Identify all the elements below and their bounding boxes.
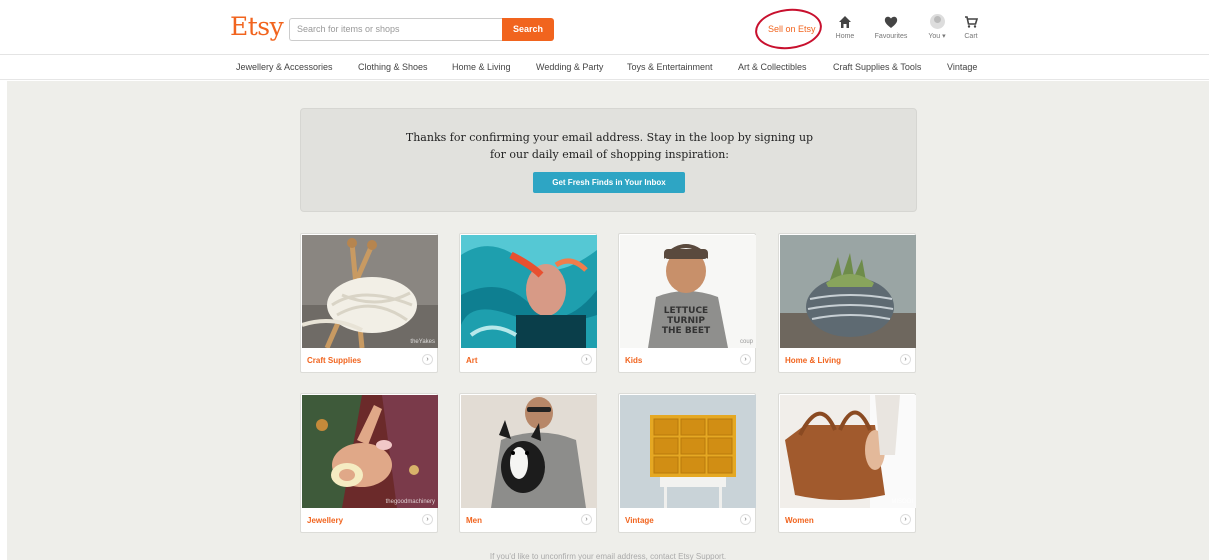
home-nav-item[interactable]: Home — [825, 14, 865, 40]
category-nav: Jewellery & Accessories Clothing & Shoes… — [0, 55, 1209, 80]
chevron-right-icon[interactable]: › — [422, 354, 433, 365]
etsy-logo[interactable]: Etsy — [230, 12, 284, 41]
confirmation-banner: Thanks for confirming your email address… — [300, 108, 917, 212]
chevron-right-icon[interactable]: › — [581, 354, 592, 365]
photo-credit: theYakes — [410, 339, 435, 345]
svg-text:THE BEET: THE BEET — [662, 326, 711, 336]
category-card-men[interactable]: Men › — [459, 393, 597, 533]
category-card-vintage[interactable]: Vintage › — [618, 393, 756, 533]
category-card-craft-supplies[interactable]: theYakes Craft Supplies › — [300, 233, 438, 373]
craft-supplies-image: theYakes — [302, 235, 438, 348]
card-label: Men — [466, 516, 482, 525]
banner-line-1: Thanks for confirming your email address… — [405, 131, 814, 144]
card-label: Kids — [625, 356, 643, 365]
card-label: Vintage — [625, 516, 654, 525]
chevron-right-icon[interactable]: › — [581, 514, 592, 525]
nav-home-living[interactable]: Home & Living — [452, 62, 511, 72]
card-label: Jewellery — [307, 516, 344, 525]
category-card-jewellery[interactable]: thegoodmachinery Jewellery › — [300, 393, 438, 533]
chevron-right-icon[interactable]: › — [740, 514, 751, 525]
nav-wedding-party[interactable]: Wedding & Party — [536, 62, 603, 72]
sell-on-etsy-link[interactable]: Sell on Etsy — [768, 24, 816, 34]
unconfirm-email-note: If you'd like to unconfirm your email ad… — [489, 552, 727, 560]
chevron-right-icon[interactable]: › — [422, 514, 433, 525]
nav-toys-entertainment[interactable]: Toys & Entertainment — [627, 62, 713, 72]
site-header: Etsy Search for items or shops Search Se… — [0, 0, 1209, 55]
svg-text:LETTUCE: LETTUCE — [664, 306, 708, 316]
cart-icon — [965, 16, 978, 28]
category-card-kids[interactable]: LETTUCE TURNIP THE BEET coup Kids › — [618, 233, 756, 373]
chevron-right-icon[interactable]: › — [740, 354, 751, 365]
nav-art-collectibles[interactable]: Art & Collectibles — [738, 62, 807, 72]
card-label: Home & Living — [785, 356, 842, 365]
heart-icon — [884, 16, 898, 28]
jewellery-image: thegoodmachinery — [302, 395, 438, 508]
art-image — [461, 235, 597, 348]
search-input[interactable]: Search for items or shops — [289, 18, 503, 41]
fresh-finds-button[interactable]: Get Fresh Finds in Your Inbox — [533, 172, 685, 193]
photo-credit: thegoodmachinery — [385, 499, 435, 505]
photo-credit: MISOOI — [891, 499, 913, 505]
search-button[interactable]: Search — [502, 18, 554, 41]
nav-jewellery-accessories[interactable]: Jewellery & Accessories — [236, 62, 333, 72]
home-living-image — [780, 235, 916, 348]
vintage-image — [620, 395, 756, 508]
home-label: Home — [835, 33, 855, 40]
card-label: Women — [785, 516, 814, 525]
men-image — [461, 395, 597, 508]
favourites-label: Favourites — [874, 33, 908, 40]
category-card-women[interactable]: MISOOI Women › — [778, 393, 916, 533]
kids-image: LETTUCE TURNIP THE BEET coup — [620, 235, 756, 348]
avatar — [929, 14, 945, 29]
category-card-art[interactable]: Art › — [459, 233, 597, 373]
favourites-nav-item[interactable]: Favourites — [871, 14, 911, 40]
cart-label: Cart — [964, 33, 978, 40]
card-label: Craft Supplies — [307, 356, 362, 365]
nav-craft-supplies-tools[interactable]: Craft Supplies & Tools — [833, 62, 921, 72]
category-card-home-living[interactable]: Home & Living › — [778, 233, 916, 373]
svg-text:TURNIP: TURNIP — [667, 316, 705, 326]
nav-vintage[interactable]: Vintage — [947, 62, 977, 72]
nav-clothing-shoes[interactable]: Clothing & Shoes — [358, 62, 428, 72]
card-label: Art — [466, 356, 478, 365]
photo-credit: coup — [739, 339, 753, 345]
banner-message: Thanks for confirming your email address… — [301, 129, 918, 163]
home-icon — [839, 16, 851, 28]
chevron-right-icon[interactable]: › — [900, 514, 911, 525]
chevron-right-icon[interactable]: › — [900, 354, 911, 365]
women-image: MISOOI — [780, 395, 916, 508]
cart-nav-item[interactable]: Cart — [951, 14, 991, 40]
banner-line-2: for our daily email of shopping inspirat… — [489, 148, 730, 161]
